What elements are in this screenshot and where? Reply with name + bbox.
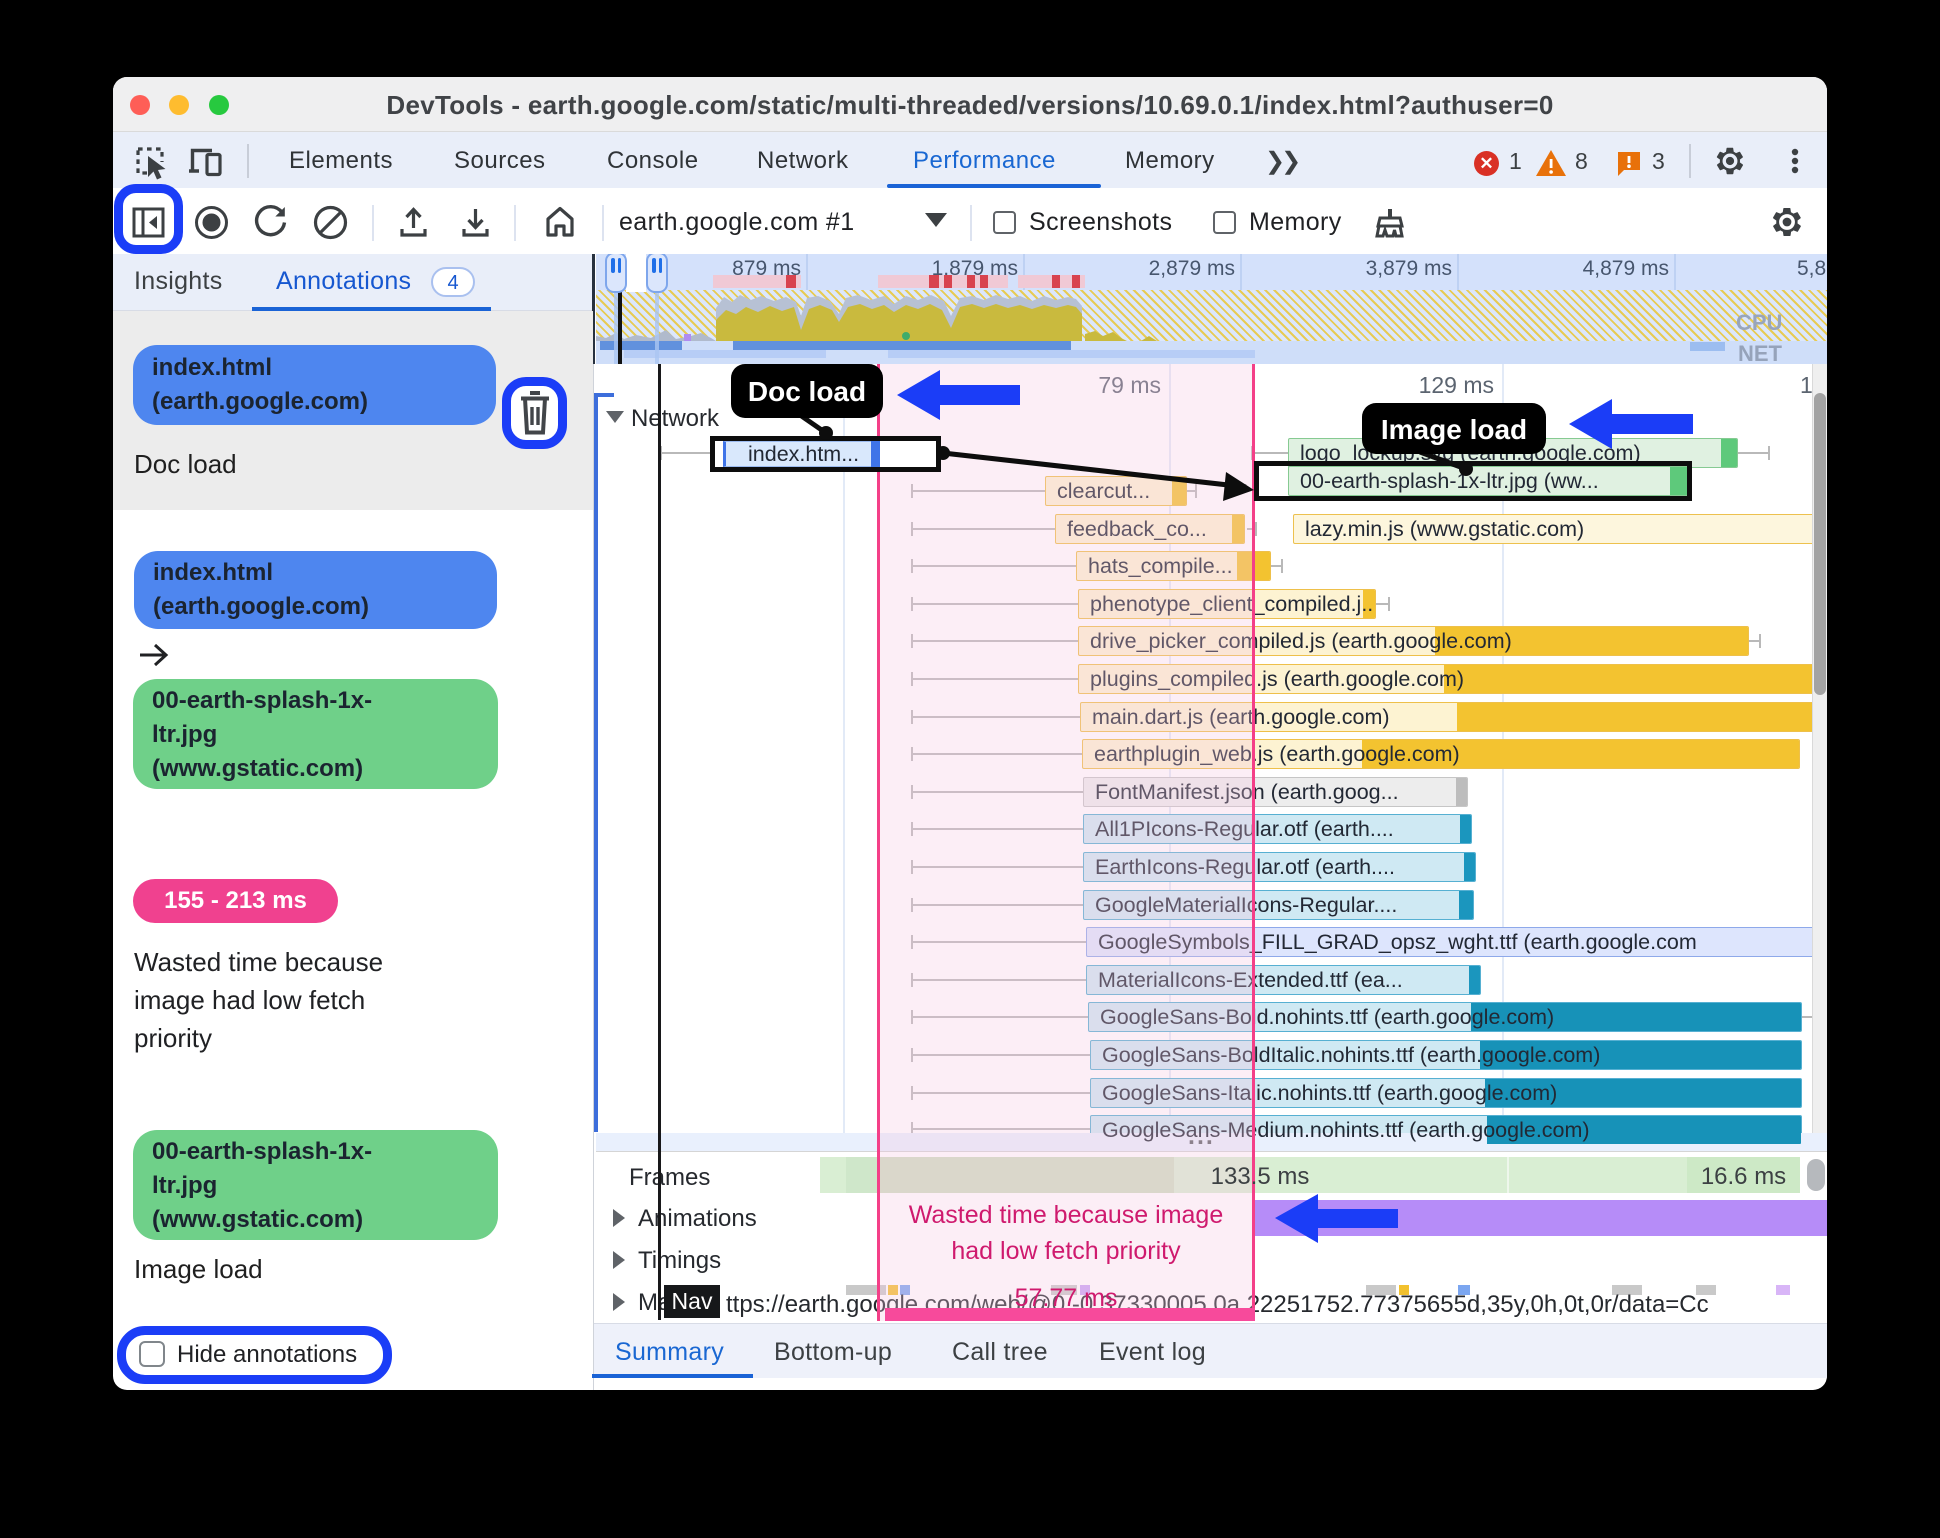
svg-text:Doc load: Doc load — [748, 376, 866, 407]
svg-text:Image load: Image load — [1381, 414, 1527, 445]
